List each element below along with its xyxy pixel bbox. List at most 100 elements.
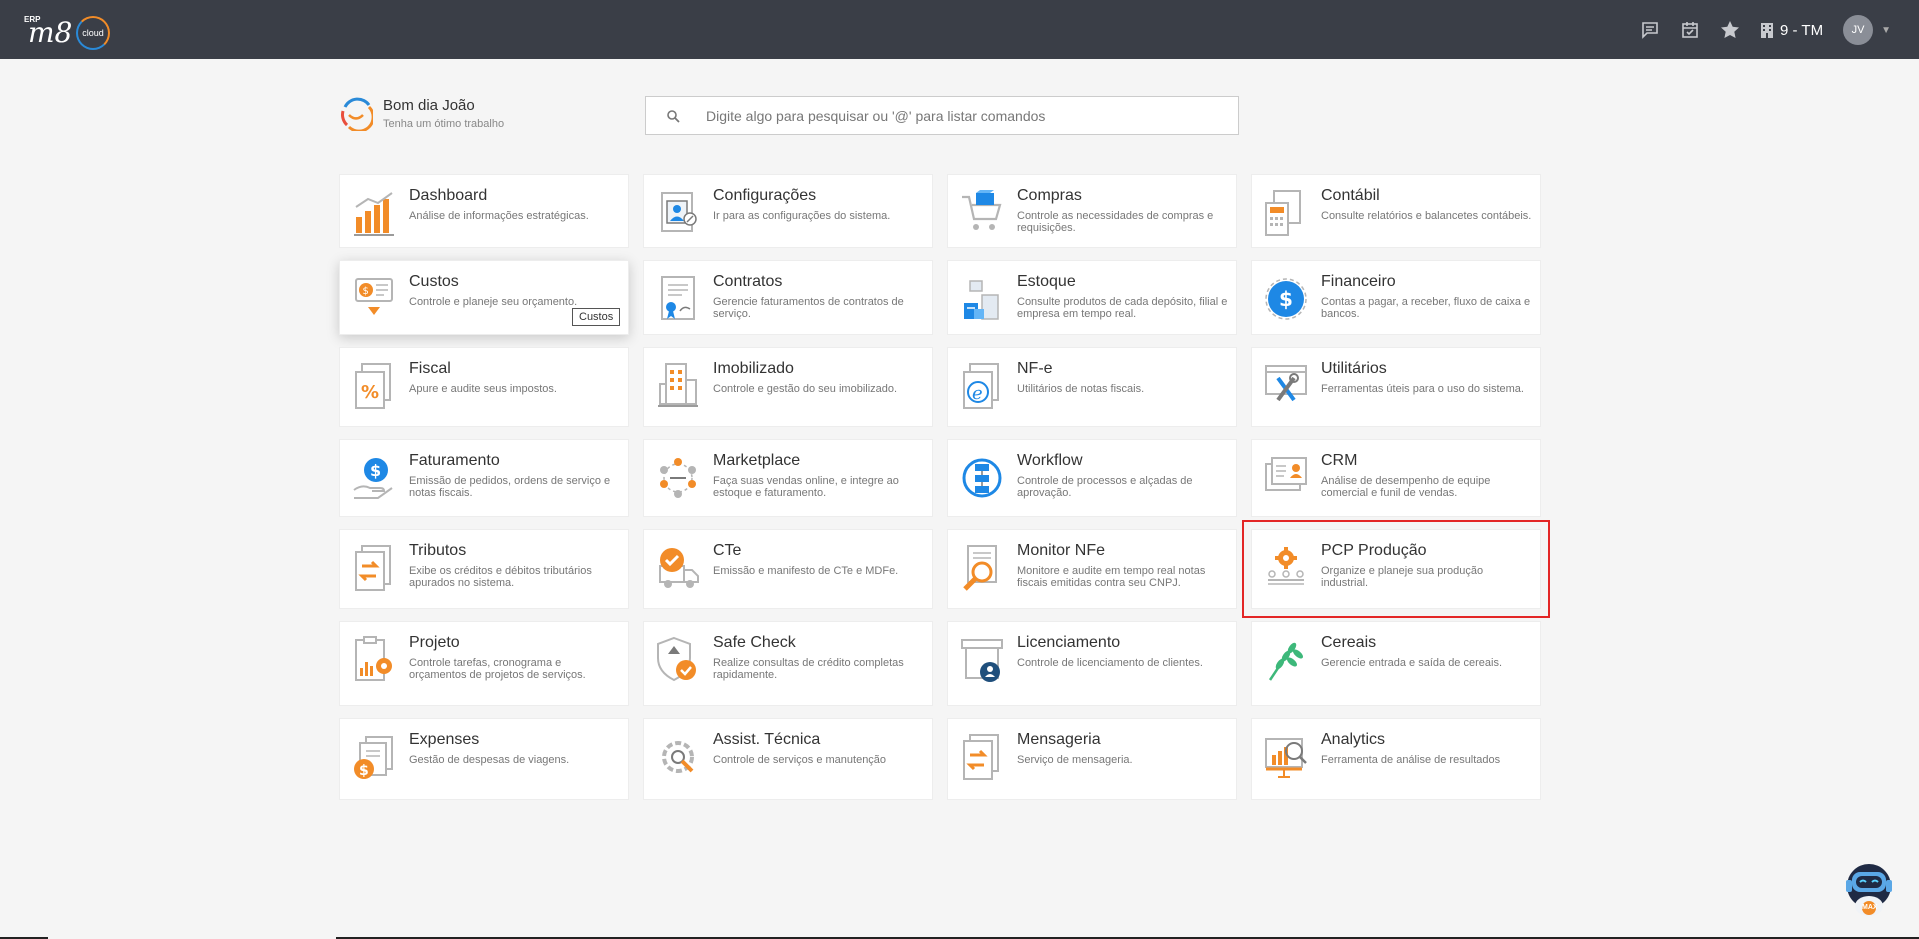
max-assistant-button[interactable]: MAX xyxy=(1840,860,1898,920)
module-card-contratos[interactable]: Contratos Gerencie faturamentos de contra… xyxy=(643,260,933,335)
module-card-safe-check[interactable]: Safe Check Realize consultas de crédito c… xyxy=(643,621,933,706)
module-title: Utilitários xyxy=(1321,360,1387,377)
module-description: Gerencie entrada e saída de cereais. xyxy=(1321,657,1503,669)
module-title: Workflow xyxy=(1017,452,1083,469)
module-description: Controle as necessidades de compras e re… xyxy=(1017,210,1214,234)
module-card-licenciamento[interactable]: Licenciamento Controle de licenciamento d… xyxy=(947,621,1237,706)
module-card-projeto[interactable]: Projeto Controle tarefas, cronograma e or… xyxy=(339,621,629,706)
svg-text:%: % xyxy=(361,382,379,403)
module-description: Controle e gestão do seu imobilizado. xyxy=(713,383,898,395)
module-title: Marketplace xyxy=(713,452,801,469)
module-description: Contas a pagar, a receber, fluxo de caix… xyxy=(1321,296,1531,320)
module-title: Assist. Técnica xyxy=(713,731,821,748)
search-box xyxy=(645,96,1239,135)
module-description: Controle de processos e alçadas de aprov… xyxy=(1017,475,1193,499)
module-card-cte[interactable]: CTe Emissão e manifesto de CTe e MDFe. xyxy=(643,529,933,609)
fiscal-icon: % xyxy=(352,362,396,410)
contabil-icon xyxy=(1264,189,1308,237)
workflow-icon xyxy=(960,454,1004,502)
module-description: Análise de informações estratégicas. xyxy=(409,210,589,222)
module-card-cereais[interactable]: Cereais Gerencie entrada e saída de cerea… xyxy=(1251,621,1541,706)
svg-text:$: $ xyxy=(363,286,369,297)
module-description: Controle tarefas, cronograma e orçamento… xyxy=(409,657,586,681)
module-description: Consulte produtos de cada depósito, fili… xyxy=(1017,296,1228,320)
contratos-icon xyxy=(656,275,700,323)
module-title: Compras xyxy=(1017,187,1082,204)
module-description: Consulte relatórios e balancetes contábe… xyxy=(1321,210,1532,222)
module-title: NF-e xyxy=(1017,360,1053,377)
module-title: CRM xyxy=(1321,452,1358,469)
module-title: Tributos xyxy=(409,542,467,559)
module-description: Ferramentas úteis para o uso do sistema. xyxy=(1321,383,1524,395)
module-card-contabil[interactable]: Contábil Consulte relatórios e balancetes… xyxy=(1251,174,1541,248)
marketplace-icon xyxy=(656,454,700,502)
logo-cloud-text: cloud xyxy=(76,16,110,50)
module-title: Expenses xyxy=(409,731,480,748)
expenses-icon: $ xyxy=(352,733,396,781)
module-title: Projeto xyxy=(409,634,460,651)
module-description: Apure e audite seus impostos. xyxy=(409,383,557,395)
module-card-expenses[interactable]: $ Expenses Gestão de despesas de viagens. xyxy=(339,718,629,800)
estoque-icon xyxy=(960,275,1004,323)
module-card-pcp-producao[interactable]: PCP Produção Organize e planeje sua produ… xyxy=(1242,520,1550,618)
module-card-financeiro[interactable]: $ Financeiro Contas a pagar, a receber, fl… xyxy=(1251,260,1541,335)
mensageria-icon xyxy=(960,733,1004,781)
chat-icon[interactable] xyxy=(1640,20,1660,40)
robot-icon xyxy=(1846,864,1892,916)
module-card-faturamento[interactable]: $ Faturamento Emissão de pedidos, ordens d… xyxy=(339,439,629,517)
svg-text:$: $ xyxy=(370,461,381,480)
module-card-marketplace[interactable]: Marketplace Faça suas vendas online, e in… xyxy=(643,439,933,517)
module-description: Organize e planeje sua produção industri… xyxy=(1321,565,1484,589)
module-card-dashboard[interactable]: Dashboard Análise de informações estratég… xyxy=(339,174,629,248)
module-title: Fiscal xyxy=(409,360,451,377)
module-title: Imobilizado xyxy=(713,360,794,377)
module-card-workflow[interactable]: Workflow Controle de processos e alçadas … xyxy=(947,439,1237,517)
module-title: CTe xyxy=(713,542,742,559)
svg-text:e: e xyxy=(972,383,983,404)
safe-check-icon xyxy=(656,636,700,684)
faturamento-icon: $ xyxy=(352,454,396,502)
company-selector[interactable]: 9 - TM xyxy=(1760,22,1823,39)
chevron-down-icon[interactable]: ▼ xyxy=(1881,25,1891,36)
analytics-icon xyxy=(1264,733,1308,781)
module-card-compras[interactable]: Compras Controle as necessidades de compr… xyxy=(947,174,1237,248)
module-description: Controle de serviços e manutenção xyxy=(713,754,887,766)
module-card-imobilizado[interactable]: Imobilizado Controle e gestão do seu imob… xyxy=(643,347,933,427)
module-title: Monitor NFe xyxy=(1017,542,1106,559)
m8-cloud-logo[interactable]: ERP m8 cloud xyxy=(24,12,114,52)
module-title: Cereais xyxy=(1321,634,1377,651)
module-card-analytics[interactable]: Analytics Ferramenta de análise de result… xyxy=(1251,718,1541,800)
module-title: Custos xyxy=(409,273,459,290)
module-title: Configurações xyxy=(713,187,817,204)
module-description: Exibe os créditos e débitos tributários … xyxy=(409,565,592,589)
module-card-utilitarios[interactable]: Utilitários Ferramentas úteis para o uso … xyxy=(1251,347,1541,427)
module-card-mensageria[interactable]: Mensageria Serviço de mensageria. xyxy=(947,718,1237,800)
monitor-nfe-icon xyxy=(960,544,1004,592)
module-description: Controle de licenciamento de clientes. xyxy=(1017,657,1203,669)
licenciamento-icon xyxy=(960,636,1004,684)
logo-brand-text: m8 xyxy=(28,16,73,49)
svg-text:$: $ xyxy=(359,763,369,779)
greeting-subtitle: Tenha um ótimo trabalho xyxy=(383,118,505,130)
module-card-assist-tecnica[interactable]: Assist. Técnica Controle de serviços e ma… xyxy=(643,718,933,800)
tributos-icon xyxy=(352,544,396,592)
module-title: Analytics xyxy=(1321,731,1386,748)
module-card-tributos[interactable]: Tributos Exibe os créditos e débitos trib… xyxy=(339,529,629,609)
user-avatar[interactable]: JV xyxy=(1843,15,1874,45)
module-card-configuracoes[interactable]: Configurações Ir para as configurações do… xyxy=(643,174,933,248)
module-card-nfe[interactable]: e NF-e Utilitários de notas fiscais. xyxy=(947,347,1237,427)
search-input[interactable] xyxy=(706,97,1226,134)
module-card-monitor-nfe[interactable]: Monitor NFe Monitore e audite em tempo re… xyxy=(947,529,1237,609)
projeto-icon xyxy=(352,636,396,684)
module-title: Mensageria xyxy=(1017,731,1101,748)
star-icon[interactable] xyxy=(1720,20,1740,40)
module-card-crm[interactable]: CRM Análise de desempenho de equipe comer… xyxy=(1251,439,1541,517)
module-title: Financeiro xyxy=(1321,273,1396,290)
module-description: Gestão de despesas de viagens. xyxy=(409,754,570,766)
module-card-fiscal[interactable]: % Fiscal Apure e audite seus impostos. xyxy=(339,347,629,427)
module-description: Faça suas vendas online, e integre ao es… xyxy=(713,475,899,499)
calendar-check-icon[interactable] xyxy=(1680,20,1700,40)
cte-icon xyxy=(656,544,700,592)
dashboard-icon xyxy=(352,189,396,237)
module-card-estoque[interactable]: Estoque Consulte produtos de cada depósit… xyxy=(947,260,1237,335)
